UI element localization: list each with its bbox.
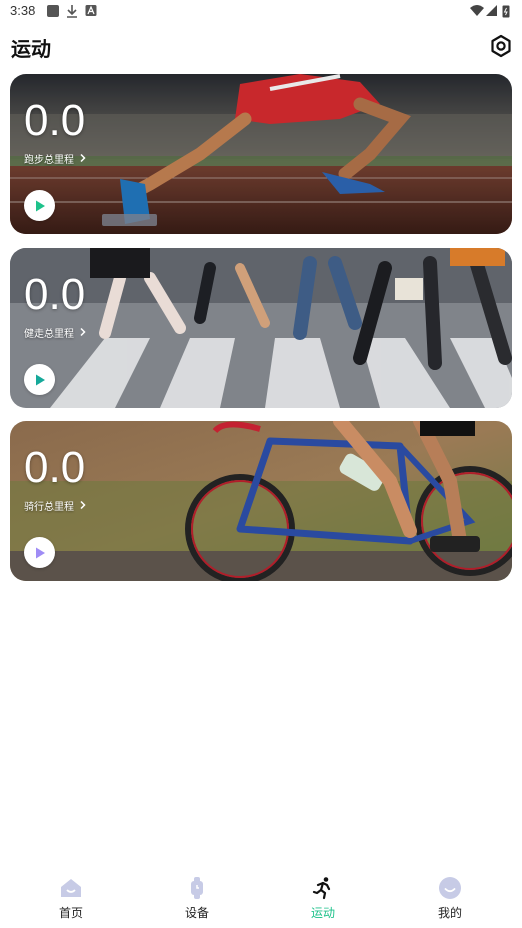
status-time: 3:38 [10, 3, 36, 18]
home-icon [61, 879, 81, 897]
running-start-button[interactable] [24, 190, 55, 221]
tab-device[interactable]: 设备 [157, 874, 237, 924]
walking-total-distance-link[interactable]: 健走总里程 [24, 324, 88, 340]
play-icon [35, 200, 45, 211]
play-icon [35, 547, 45, 558]
chevron-right-icon [80, 500, 86, 510]
cycling-total-distance-link[interactable]: 骑行总里程 [24, 497, 88, 513]
play-icon [35, 374, 45, 385]
battery-icon [502, 5, 510, 18]
bottom-tab-bar: 首页 设备 运动 我的 [0, 868, 522, 928]
chevron-right-icon [80, 153, 86, 163]
walking-start-button[interactable] [24, 364, 55, 395]
tab-exercise-label: 运动 [310, 906, 335, 920]
running-distance-value: 0.0 [24, 96, 86, 145]
tab-home[interactable]: 首页 [31, 874, 111, 924]
cycling-card[interactable]: 0.0 骑行总里程 [10, 421, 512, 581]
walking-distance-value: 0.0 [24, 270, 86, 319]
tab-profile[interactable]: 我的 [410, 874, 490, 924]
app-header: 运动 [0, 26, 522, 66]
tab-profile-label: 我的 [437, 906, 462, 920]
signal-icon [486, 5, 497, 16]
wifi-icon [470, 5, 484, 16]
cycling-start-button[interactable] [24, 537, 55, 568]
running-card[interactable]: 0.0 跑步总里程 [10, 74, 512, 234]
tab-device-label: 设备 [184, 906, 209, 920]
tab-home-label: 首页 [58, 906, 83, 920]
font-a-icon [85, 5, 97, 16]
walking-total-distance-label: 健走总里程 [24, 328, 74, 340]
watch-icon [191, 877, 203, 899]
download-icon [67, 5, 77, 18]
chevron-right-icon [80, 327, 86, 337]
status-bar: 3:38 [0, 0, 522, 24]
cycling-total-distance-label: 骑行总里程 [24, 501, 74, 513]
notification-square-icon [47, 5, 59, 17]
runner-icon [312, 877, 331, 900]
cycling-distance-value: 0.0 [24, 443, 86, 492]
page-title: 运动 [11, 37, 51, 61]
settings-button[interactable] [488, 33, 514, 59]
tab-exercise[interactable]: 运动 [283, 874, 363, 924]
walking-card[interactable]: 0.0 健走总里程 [10, 248, 512, 408]
running-total-distance-link[interactable]: 跑步总里程 [24, 150, 88, 166]
profile-smile-icon [439, 877, 461, 899]
settings-hex-icon [491, 34, 511, 58]
running-total-distance-label: 跑步总里程 [24, 154, 74, 166]
